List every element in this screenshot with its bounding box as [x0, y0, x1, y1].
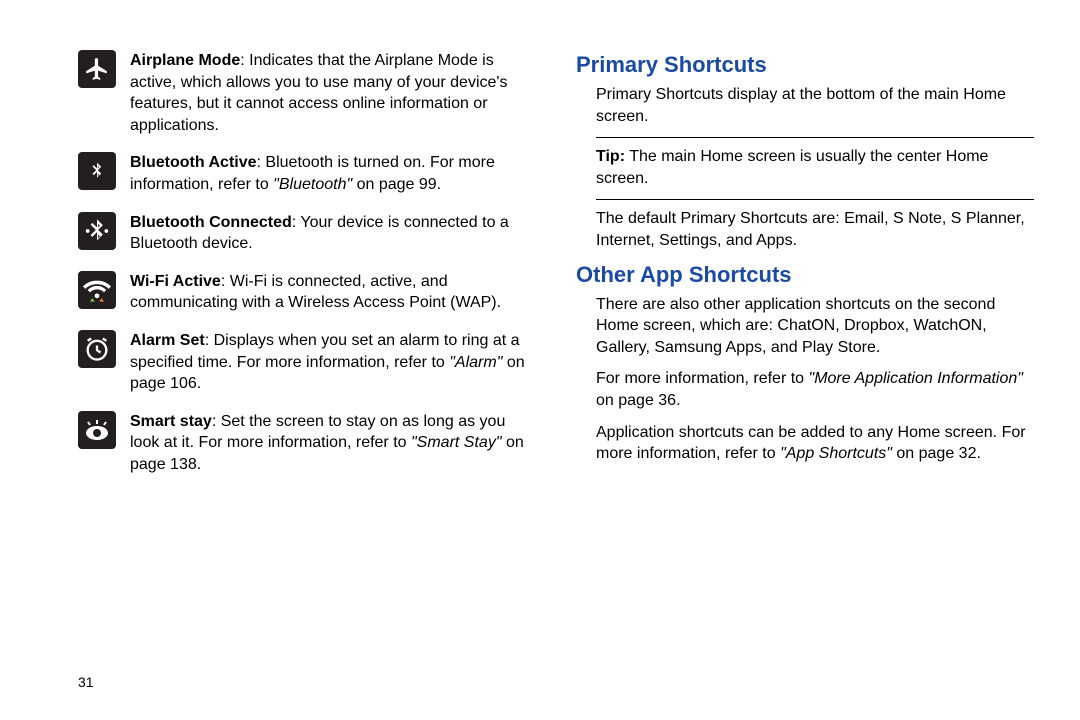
wifi-desc: Wi-Fi Active: Wi-Fi is connected, active…	[130, 271, 536, 314]
bt-conn-desc: Bluetooth Connected: Your device is conn…	[130, 212, 536, 255]
tip-label: Tip:	[596, 148, 625, 165]
icon-row-wifi: Wi-Fi Active: Wi-Fi is connected, active…	[78, 271, 536, 314]
default-shortcuts-text: The default Primary Shortcuts are: Email…	[596, 208, 1034, 251]
bt-active-after: on page 99.	[352, 176, 441, 193]
alarm-clock-icon	[78, 330, 116, 368]
bt-active-label: Bluetooth Active	[130, 154, 257, 171]
document-page: Airplane Mode: Indicates that the Airpla…	[0, 0, 1080, 720]
icon-row-alarm: Alarm Set: Displays when you set an alar…	[78, 330, 536, 395]
alarm-desc: Alarm Set: Displays when you set an alar…	[130, 330, 536, 395]
primary-shortcuts-intro: Primary Shortcuts display at the bottom …	[596, 84, 1034, 127]
airplane-desc: Airplane Mode: Indicates that the Airpla…	[130, 50, 536, 136]
alarm-label: Alarm Set	[130, 332, 205, 349]
smart-stay-ref: "Smart Stay"	[411, 434, 502, 451]
other-shortcuts-p1: There are also other application shortcu…	[596, 294, 1034, 359]
p5-ref: "App Shortcuts"	[780, 445, 892, 462]
tip-line: Tip: The main Home screen is usually the…	[596, 146, 1034, 189]
other-shortcuts-p2: For more information, refer to "More App…	[596, 368, 1034, 411]
airplane-icon	[78, 50, 116, 88]
left-column: Airplane Mode: Indicates that the Airpla…	[78, 50, 536, 700]
p4a: For more information, refer to	[596, 370, 809, 387]
airplane-label: Airplane Mode	[130, 52, 240, 69]
icon-row-bt-active: Bluetooth Active: Bluetooth is turned on…	[78, 152, 536, 195]
bluetooth-icon	[78, 152, 116, 190]
p5b: on page 32.	[892, 445, 981, 462]
page-number: 31	[78, 674, 94, 690]
p4b: on page 36.	[596, 392, 681, 409]
icon-row-airplane: Airplane Mode: Indicates that the Airpla…	[78, 50, 536, 136]
wifi-active-icon	[78, 271, 116, 309]
smart-stay-label: Smart stay	[130, 413, 212, 430]
smart-stay-eye-icon	[78, 411, 116, 449]
bt-active-ref: "Bluetooth"	[273, 176, 352, 193]
other-shortcuts-p3: Application shortcuts can be added to an…	[596, 422, 1034, 465]
icon-row-smart-stay: Smart stay: Set the screen to stay on as…	[78, 411, 536, 476]
rule-top	[596, 137, 1034, 138]
rule-bottom	[596, 199, 1034, 200]
bt-active-desc: Bluetooth Active: Bluetooth is turned on…	[130, 152, 536, 195]
p4-ref: "More Application Information"	[809, 370, 1023, 387]
bluetooth-connected-icon	[78, 212, 116, 250]
wifi-label: Wi-Fi Active	[130, 273, 221, 290]
alarm-ref: "Alarm"	[449, 354, 502, 371]
heading-other-app-shortcuts: Other App Shortcuts	[576, 262, 1034, 288]
icon-row-bt-connected: Bluetooth Connected: Your device is conn…	[78, 212, 536, 255]
heading-primary-shortcuts: Primary Shortcuts	[576, 52, 1034, 78]
bt-conn-label: Bluetooth Connected	[130, 214, 292, 231]
right-column: Primary Shortcuts Primary Shortcuts disp…	[576, 50, 1034, 700]
tip-text: The main Home screen is usually the cent…	[596, 148, 988, 187]
smart-stay-desc: Smart stay: Set the screen to stay on as…	[130, 411, 536, 476]
